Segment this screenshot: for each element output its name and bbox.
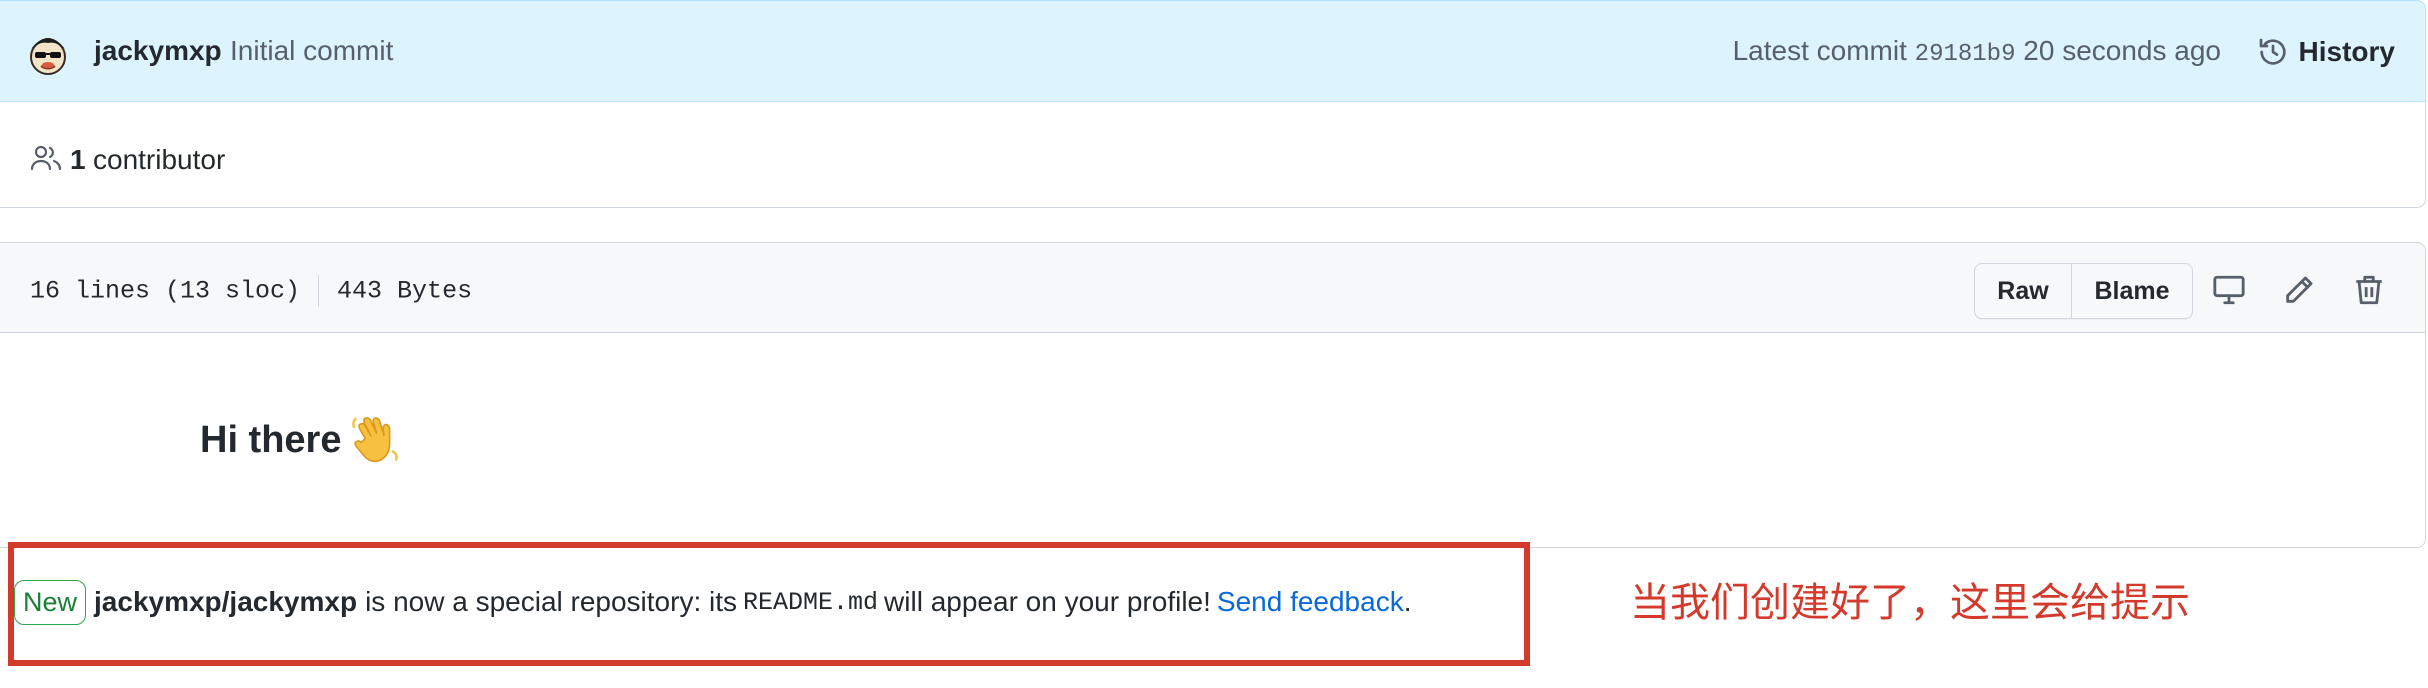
file-info-divider	[318, 275, 320, 307]
notice-readme-code: README.md	[743, 587, 879, 617]
notice-repo-name: jackymxp/jackymxp	[94, 586, 358, 617]
file-box: 16 lines (13 sloc) 443 Bytes Raw Blame	[0, 242, 2426, 548]
latest-commit-label: Latest commit	[1732, 35, 1907, 66]
raw-button[interactable]: Raw	[1975, 264, 2072, 318]
new-badge: New	[14, 579, 87, 625]
people-icon	[30, 145, 62, 171]
notice-end: .	[1403, 586, 1412, 617]
waving-hand-icon	[352, 417, 399, 463]
trash-icon[interactable]	[2352, 273, 2386, 307]
history-label: History	[2298, 36, 2395, 67]
contributor-count[interactable]: 1	[70, 144, 86, 176]
readme-heading-text: Hi there	[200, 418, 342, 461]
commit-author-link[interactable]: jackymxp	[94, 35, 222, 67]
annotation-text: 当我们创建好了，这里会给提示	[1630, 580, 2190, 626]
special-repo-notice: New jackymxp/jackymxp is now a special r…	[14, 576, 1411, 628]
contributors-box: 1 contributor	[0, 102, 2426, 208]
latest-commit-meta: Latest commit 29181b9 20 seconds ago	[1733, 35, 2221, 68]
history-button[interactable]: History	[2257, 31, 2395, 73]
raw-blame-group: Raw Blame	[1974, 263, 2193, 319]
notice-text-2: will appear on your profile!	[884, 586, 1211, 617]
pencil-icon[interactable]	[2282, 273, 2316, 307]
history-icon	[2259, 38, 2286, 65]
notice-text-1: is now a special repository: its	[365, 586, 738, 617]
send-feedback-link[interactable]: Send feedback	[1217, 586, 1404, 618]
commit-bar: jackymxp Initial commit Latest commit 29…	[0, 0, 2426, 102]
commit-sha-link[interactable]: 29181b9	[1915, 41, 2016, 68]
blame-button[interactable]: Blame	[2072, 264, 2192, 318]
avatar[interactable]	[26, 27, 70, 77]
readme-heading: Hi there	[200, 414, 401, 466]
desktop-icon[interactable]	[2212, 273, 2246, 307]
commit-message-link[interactable]: Initial commit	[230, 35, 393, 67]
file-info: 16 lines (13 sloc) 443 Bytes	[30, 275, 472, 307]
file-header: 16 lines (13 sloc) 443 Bytes Raw Blame	[0, 243, 2425, 333]
contributor-label[interactable]: contributor	[93, 144, 225, 176]
commit-time: 20 seconds ago	[2023, 35, 2221, 66]
file-lines: 16 lines (13 sloc)	[30, 276, 301, 306]
file-size: 443 Bytes	[337, 276, 473, 306]
